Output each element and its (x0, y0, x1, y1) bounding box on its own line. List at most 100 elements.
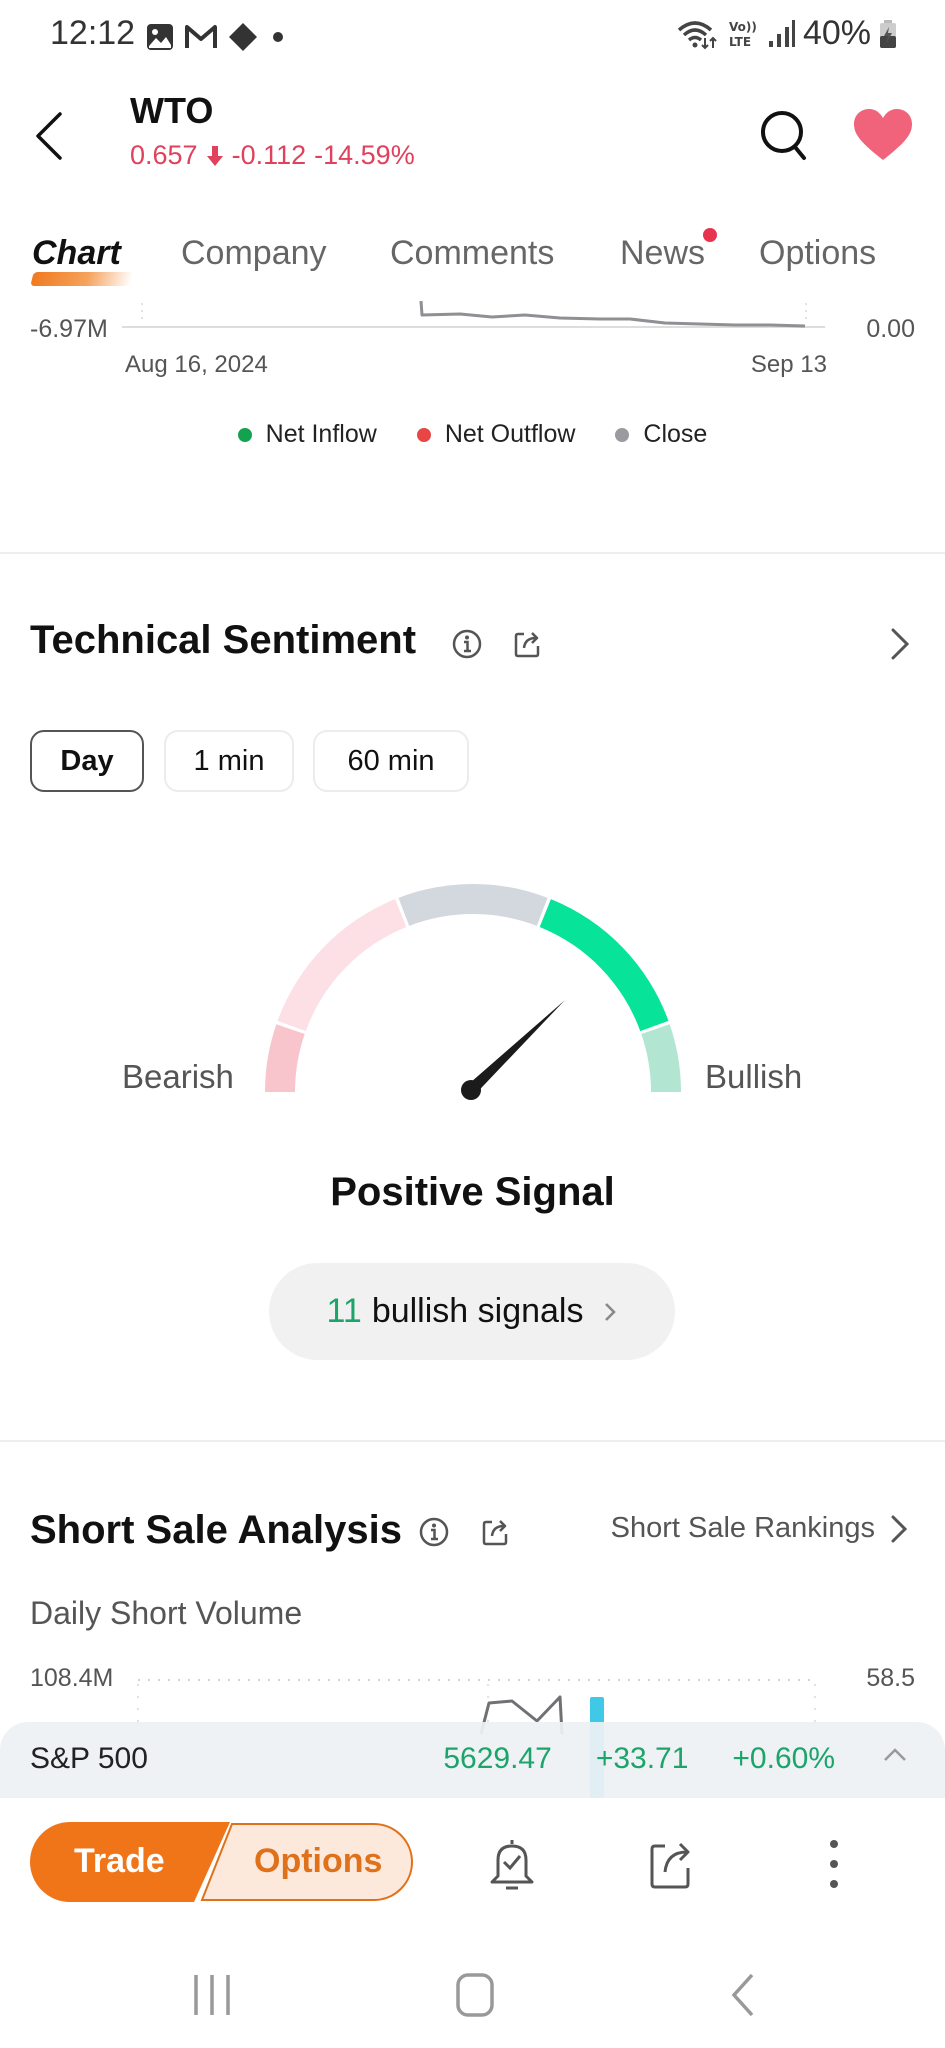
legend-label: Close (643, 420, 708, 448)
legend-close: Close (615, 420, 707, 449)
tab-news[interactable]: News (620, 234, 705, 273)
flow-x-end-label: Sep 13 (750, 351, 827, 378)
section-divider (0, 552, 945, 554)
back-button[interactable] (28, 108, 68, 164)
gauge-bearish-label: Bearish (122, 1058, 234, 1095)
home-icon[interactable] (445, 1970, 505, 2020)
chevron-right-icon (605, 1302, 617, 1321)
tab-comments[interactable]: Comments (390, 234, 554, 273)
legend-net-inflow: Net Inflow (237, 420, 377, 449)
flow-y-right-label: 0.00 (866, 315, 915, 343)
system-nav-bar (0, 1922, 945, 2048)
tab-chart[interactable]: Chart (32, 234, 121, 273)
flow-x-start-label: Aug 16, 2024 (125, 351, 268, 378)
period-chip-day[interactable]: Day (30, 730, 144, 792)
net-outflow-dot-icon (416, 427, 431, 442)
gauge-needle (466, 1000, 565, 1095)
index-change: +33.71 (595, 1742, 689, 1775)
short-sale-title: Short Sale Analysis (30, 1508, 402, 1552)
trade-button[interactable]: Trade (74, 1842, 165, 1881)
technical-sentiment-title: Technical Sentiment (30, 618, 417, 662)
info-icon[interactable] (451, 628, 483, 660)
short-y-left-label: 108.4M (30, 1664, 114, 1692)
gmail-icon (185, 25, 217, 48)
signal-title: Positive Signal (330, 1170, 615, 1214)
chevron-up-icon[interactable] (881, 1740, 909, 1770)
flow-y-left-label: -6.97M (30, 315, 108, 343)
index-name: S&P 500 (30, 1742, 148, 1775)
flow-chart-plot (122, 300, 825, 328)
recent-apps-icon[interactable] (182, 1970, 242, 2020)
index-values: 5629.47 +33.71 +0.60% (443, 1742, 835, 1776)
info-icon[interactable] (418, 1516, 450, 1548)
share-icon[interactable] (512, 628, 544, 660)
battery-charging-icon (880, 19, 896, 48)
svg-text:Vo)): Vo)) (729, 20, 757, 34)
system-icons: Vo)) LTE 40% (675, 14, 897, 53)
more-options-icon[interactable] (808, 1836, 860, 1892)
favorite-heart-icon[interactable] (852, 108, 914, 162)
tab-company[interactable]: Company (181, 234, 327, 273)
close-price-line (419, 300, 806, 328)
period-chip-60min[interactable]: 60 min (313, 730, 469, 792)
tab-options[interactable]: Options (759, 234, 876, 273)
trade-options-group: Trade Options (30, 1822, 414, 1902)
price-change-pct: -14.59% (314, 140, 415, 170)
gauge-segment-neutral (398, 884, 548, 926)
battery-percent: 40% (802, 14, 871, 52)
gauge-segment-strong-bullish (641, 1024, 681, 1092)
news-badge-dot (703, 228, 717, 242)
close-dot-icon (615, 427, 630, 442)
signal-text: bullish signals (371, 1292, 584, 1330)
capital-flow-chart: -6.97M 0.00 Aug 16, 2024 Sep 13 (0, 295, 945, 385)
gauge-bullish-label: Bullish (705, 1058, 803, 1095)
gauge-segment-strong-bearish (265, 1024, 305, 1092)
volte-icon: Vo)) LTE (729, 20, 757, 49)
active-tab-indicator (30, 272, 134, 286)
svg-text:LTE: LTE (729, 35, 751, 49)
signal-count: 11 (326, 1292, 362, 1330)
period-chip-1min[interactable]: 1 min (164, 730, 294, 792)
short-sale-rankings-link[interactable]: Short Sale Rankings (611, 1512, 909, 1545)
tab-bar: Chart Company Comments News Options (0, 228, 945, 288)
daily-short-volume-label: Daily Short Volume (30, 1595, 303, 1631)
notification-icons (146, 22, 288, 52)
gauge-needle-hub (461, 1080, 481, 1100)
net-inflow-dot-icon (237, 427, 252, 442)
ticker-symbol: WTO (130, 90, 214, 131)
index-value: 5629.47 (443, 1742, 552, 1775)
quote-row: 0.657 -0.112 -14.59% (130, 140, 415, 171)
gauge-segment-bullish (539, 899, 669, 1032)
status-bar: 12:12 Vo)) LTE 40% (0, 0, 945, 70)
legend-label: Net Outflow (444, 420, 576, 448)
diamond-app-icon (229, 23, 257, 51)
dot-icon (273, 32, 283, 42)
gallery-icon (147, 24, 173, 50)
options-button[interactable]: Options (254, 1842, 382, 1881)
section-divider (0, 1440, 945, 1442)
share-icon[interactable] (647, 1836, 699, 1892)
wifi-icon (677, 20, 717, 49)
last-price: 0.657 (130, 140, 198, 170)
bullish-signals-button[interactable]: 11 bullish signals (269, 1263, 675, 1360)
rankings-link-label: Short Sale Rankings (610, 1512, 875, 1544)
share-icon[interactable] (480, 1516, 512, 1548)
signal-icon (768, 19, 795, 47)
flow-legend: Net Inflow Net Outflow Close (0, 420, 945, 449)
search-icon[interactable] (758, 108, 810, 164)
alert-bell-icon[interactable] (486, 1836, 538, 1892)
short-y-right-label: 58.5 (866, 1664, 915, 1692)
legend-label: Net Inflow (265, 420, 377, 448)
nav-back-icon[interactable] (712, 1970, 772, 2020)
legend-net-outflow: Net Outflow (416, 420, 576, 449)
index-change-pct: +0.60% (732, 1742, 835, 1775)
stock-header: WTO 0.657 -0.112 -14.59% (0, 80, 945, 190)
arrow-down-icon (206, 145, 223, 166)
bottom-action-bar: Trade Options (0, 1798, 945, 1922)
gauge-segment-bearish (277, 899, 407, 1032)
status-time: 12:12 (50, 14, 136, 52)
chevron-right-icon (891, 1515, 908, 1542)
index-ticker-bar[interactable]: S&P 500 5629.47 +33.71 +0.60% (0, 1722, 945, 1798)
technical-sentiment-chevron-icon[interactable] (888, 626, 912, 662)
price-change: -0.112 (231, 140, 307, 170)
